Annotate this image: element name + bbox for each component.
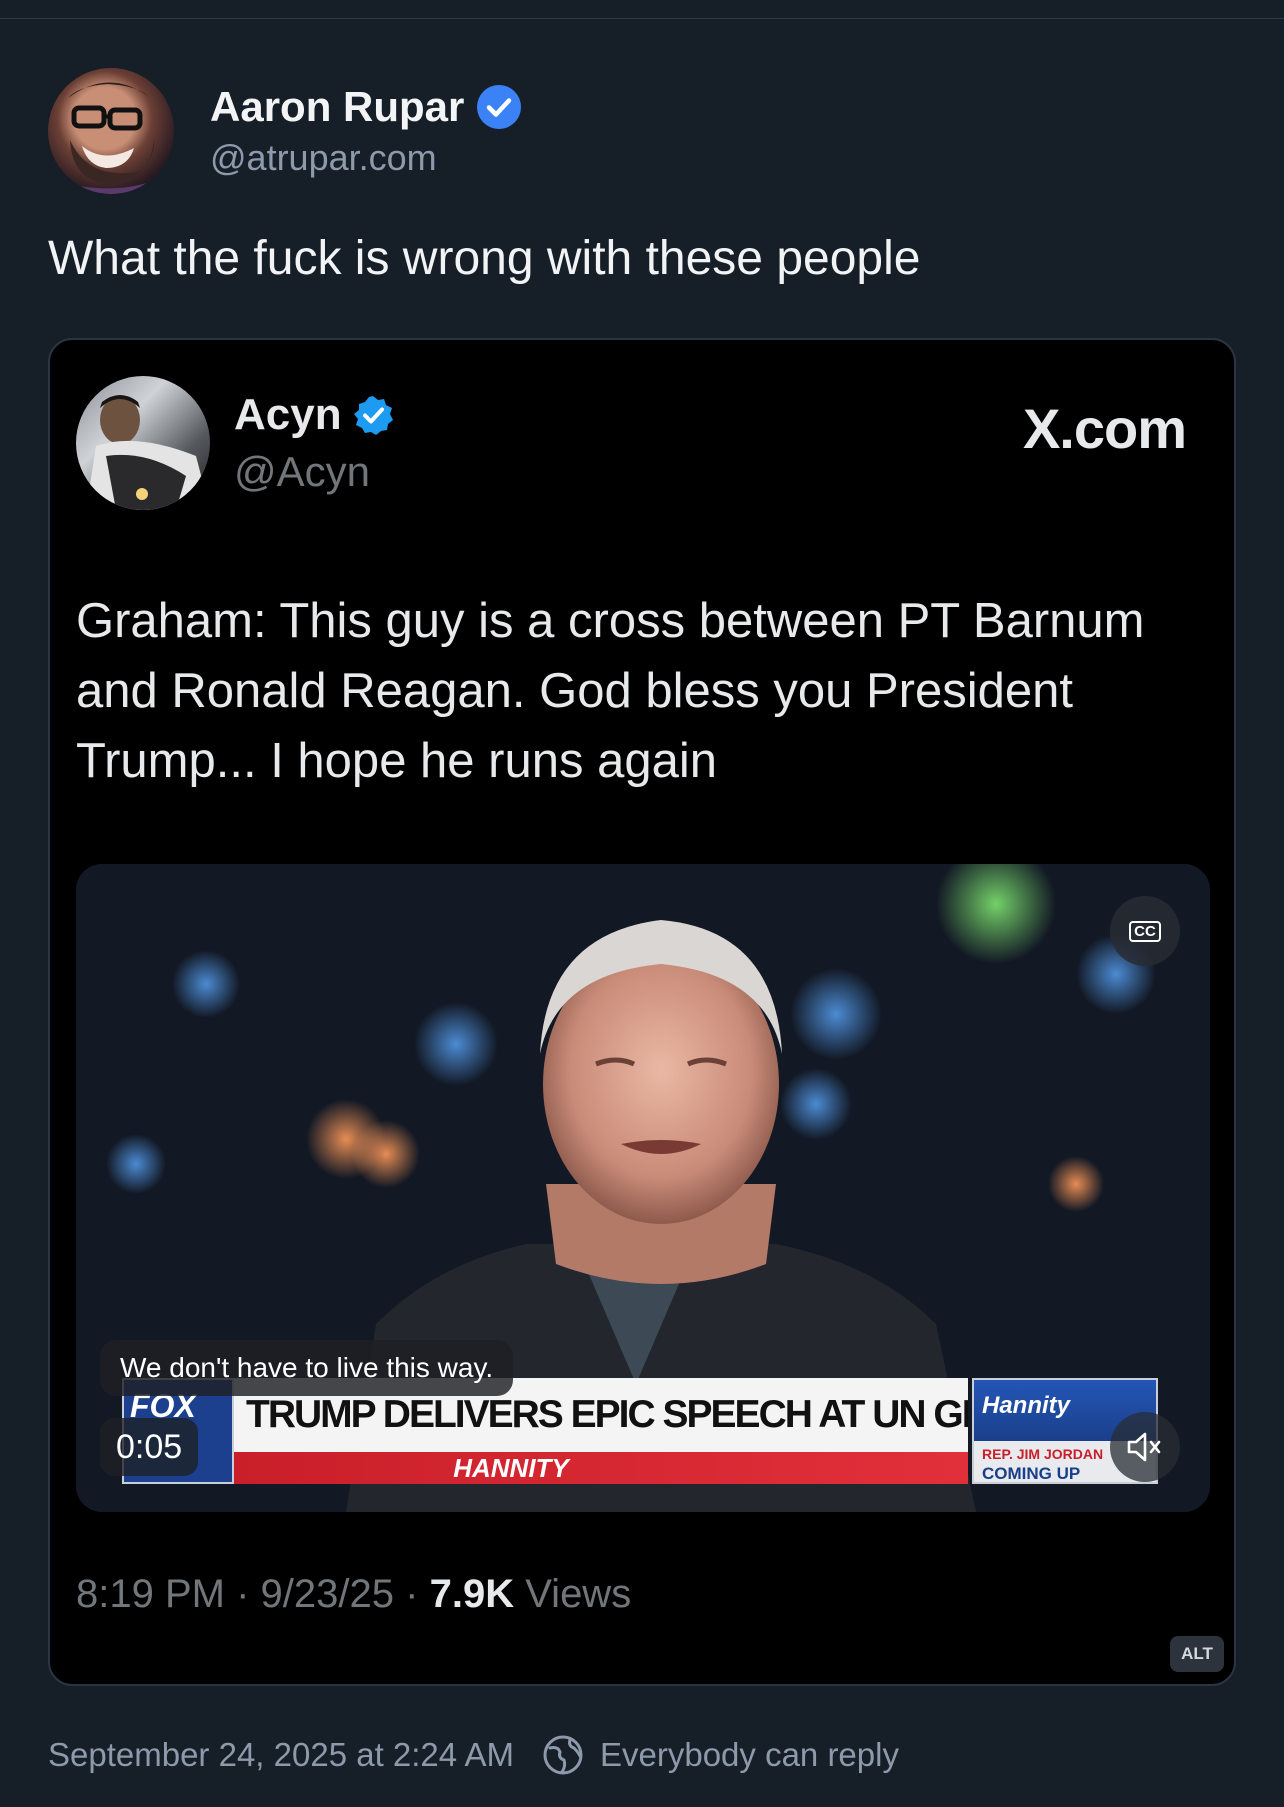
globe-icon (543, 1735, 583, 1775)
embed-author-handle: @Acyn (234, 448, 371, 495)
alt-text-button[interactable]: ALT (1170, 1636, 1224, 1672)
promo-guest: REP. JIM JORDAN (982, 1446, 1104, 1462)
embedded-media-card[interactable]: Acyn @Acyn X.com Graham: This guy is a c… (48, 338, 1236, 1686)
meta-separator: · (236, 1572, 250, 1616)
video-caption: We don't have to live this way. (100, 1340, 514, 1396)
embed-text: Graham: This guy is a cross between PT B… (76, 594, 1145, 788)
author-handle[interactable]: @atrupar.com (210, 137, 522, 179)
embed-author-name-text: Acyn (234, 390, 342, 439)
views-label: Views (525, 1572, 632, 1616)
author-name-text: Aaron Rupar (210, 82, 465, 130)
author-avatar[interactable] (48, 68, 174, 194)
mute-button[interactable] (1110, 1412, 1180, 1482)
promo-logo: Hannity (982, 1392, 1071, 1419)
views-count: 7.9K (429, 1572, 515, 1616)
promo-coming-up: COMING UP (982, 1464, 1081, 1483)
source-logo: X.com (1022, 397, 1187, 460)
video-player[interactable]: CC FOX TRUMP DELIVERS EPIC SPEECH AT UN … (76, 864, 1210, 1512)
video-timecode: 0:05 (100, 1418, 199, 1476)
closed-captions-button[interactable]: CC (1110, 896, 1180, 966)
speaker-muted-icon (1127, 1432, 1161, 1462)
post-footer: September 24, 2025 at 2:24 AM Everybody … (48, 1734, 899, 1776)
post-author[interactable]: Aaron Rupar @atrupar.com (48, 68, 522, 194)
cc-icon: CC (1129, 920, 1161, 942)
verified-badge-icon (353, 396, 393, 435)
embed-date: 9/23/25 (260, 1572, 395, 1616)
embed-meta: 8:19 PM · 9/23/25 · 7.9K Views (76, 1572, 631, 1617)
verified-badge-icon (477, 84, 522, 129)
reply-setting[interactable]: Everybody can reply (600, 1736, 899, 1774)
embed-time: 8:19 PM (76, 1572, 225, 1616)
post-timestamp[interactable]: September 24, 2025 at 2:24 AM (48, 1736, 514, 1774)
post-text: What the fuck is wrong with these people (48, 232, 921, 285)
embed-author-avatar (76, 376, 210, 510)
top-divider (0, 18, 1284, 19)
embed-author-name: Acyn (234, 390, 394, 440)
author-name[interactable]: Aaron Rupar (210, 83, 522, 131)
chyron-show-name: HANNITY (234, 1452, 968, 1484)
meta-separator: · (405, 1572, 419, 1616)
